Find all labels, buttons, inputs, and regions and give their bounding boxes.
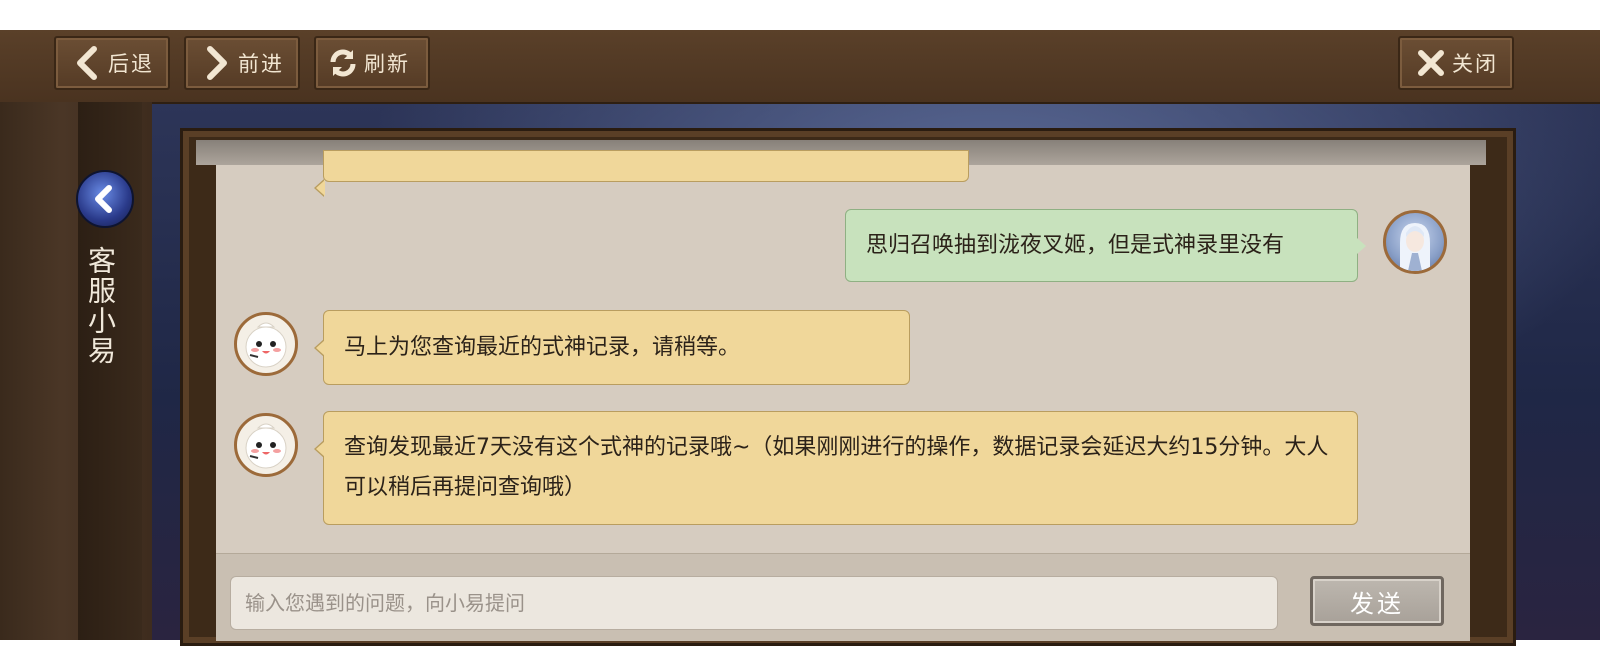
refresh-button[interactable]: 刷新 — [314, 36, 430, 90]
bot-avatar — [234, 413, 298, 477]
question-input[interactable] — [230, 576, 1278, 630]
refresh-icon — [326, 46, 360, 80]
chat-bubble-bot: 马上为您查询最近的式神记录，请稍等。 — [314, 310, 910, 385]
forward-button[interactable]: 前进 — [184, 36, 300, 90]
chevron-right-icon — [200, 46, 234, 80]
back-arrow-icon — [95, 185, 112, 213]
back-label: 后退 — [108, 52, 154, 76]
chat-bubble-partial — [314, 150, 969, 197]
chat-bubble-bot: 查询发现最近7天没有这个式神的记录哦~（如果刚刚进行的操作，数据记录会延迟大约1… — [314, 411, 1358, 525]
message-text: 思归召唤抽到泷夜叉姬，但是式神录里没有 — [866, 233, 1285, 258]
top-toolbar: 后退 前进 刷新 关闭 — [0, 30, 1600, 104]
send-label: 发送 — [1350, 589, 1404, 618]
close-label: 关闭 — [1452, 52, 1498, 76]
close-button[interactable]: 关闭 — [1398, 36, 1514, 90]
sidebar-title: 客服小易 — [84, 246, 117, 366]
bot-avatar — [234, 312, 298, 376]
message-text: 查询发现最近7天没有这个式神的记录哦~（如果刚刚进行的操作，数据记录会延迟大约1… — [344, 435, 1329, 500]
back-button[interactable]: 后退 — [54, 36, 170, 90]
refresh-label: 刷新 — [364, 52, 410, 76]
forward-label: 前进 — [238, 52, 284, 76]
message-text: 马上为您查询最近的式神记录，请稍等。 — [344, 335, 741, 360]
close-icon — [1414, 46, 1448, 80]
sidebar-back-button[interactable] — [76, 170, 134, 228]
user-avatar — [1383, 210, 1447, 274]
chevron-left-icon — [70, 46, 104, 80]
send-button[interactable]: 发送 — [1310, 576, 1444, 626]
chat-bubble-user: 思归召唤抽到泷夜叉姬，但是式神录里没有 — [845, 209, 1366, 282]
